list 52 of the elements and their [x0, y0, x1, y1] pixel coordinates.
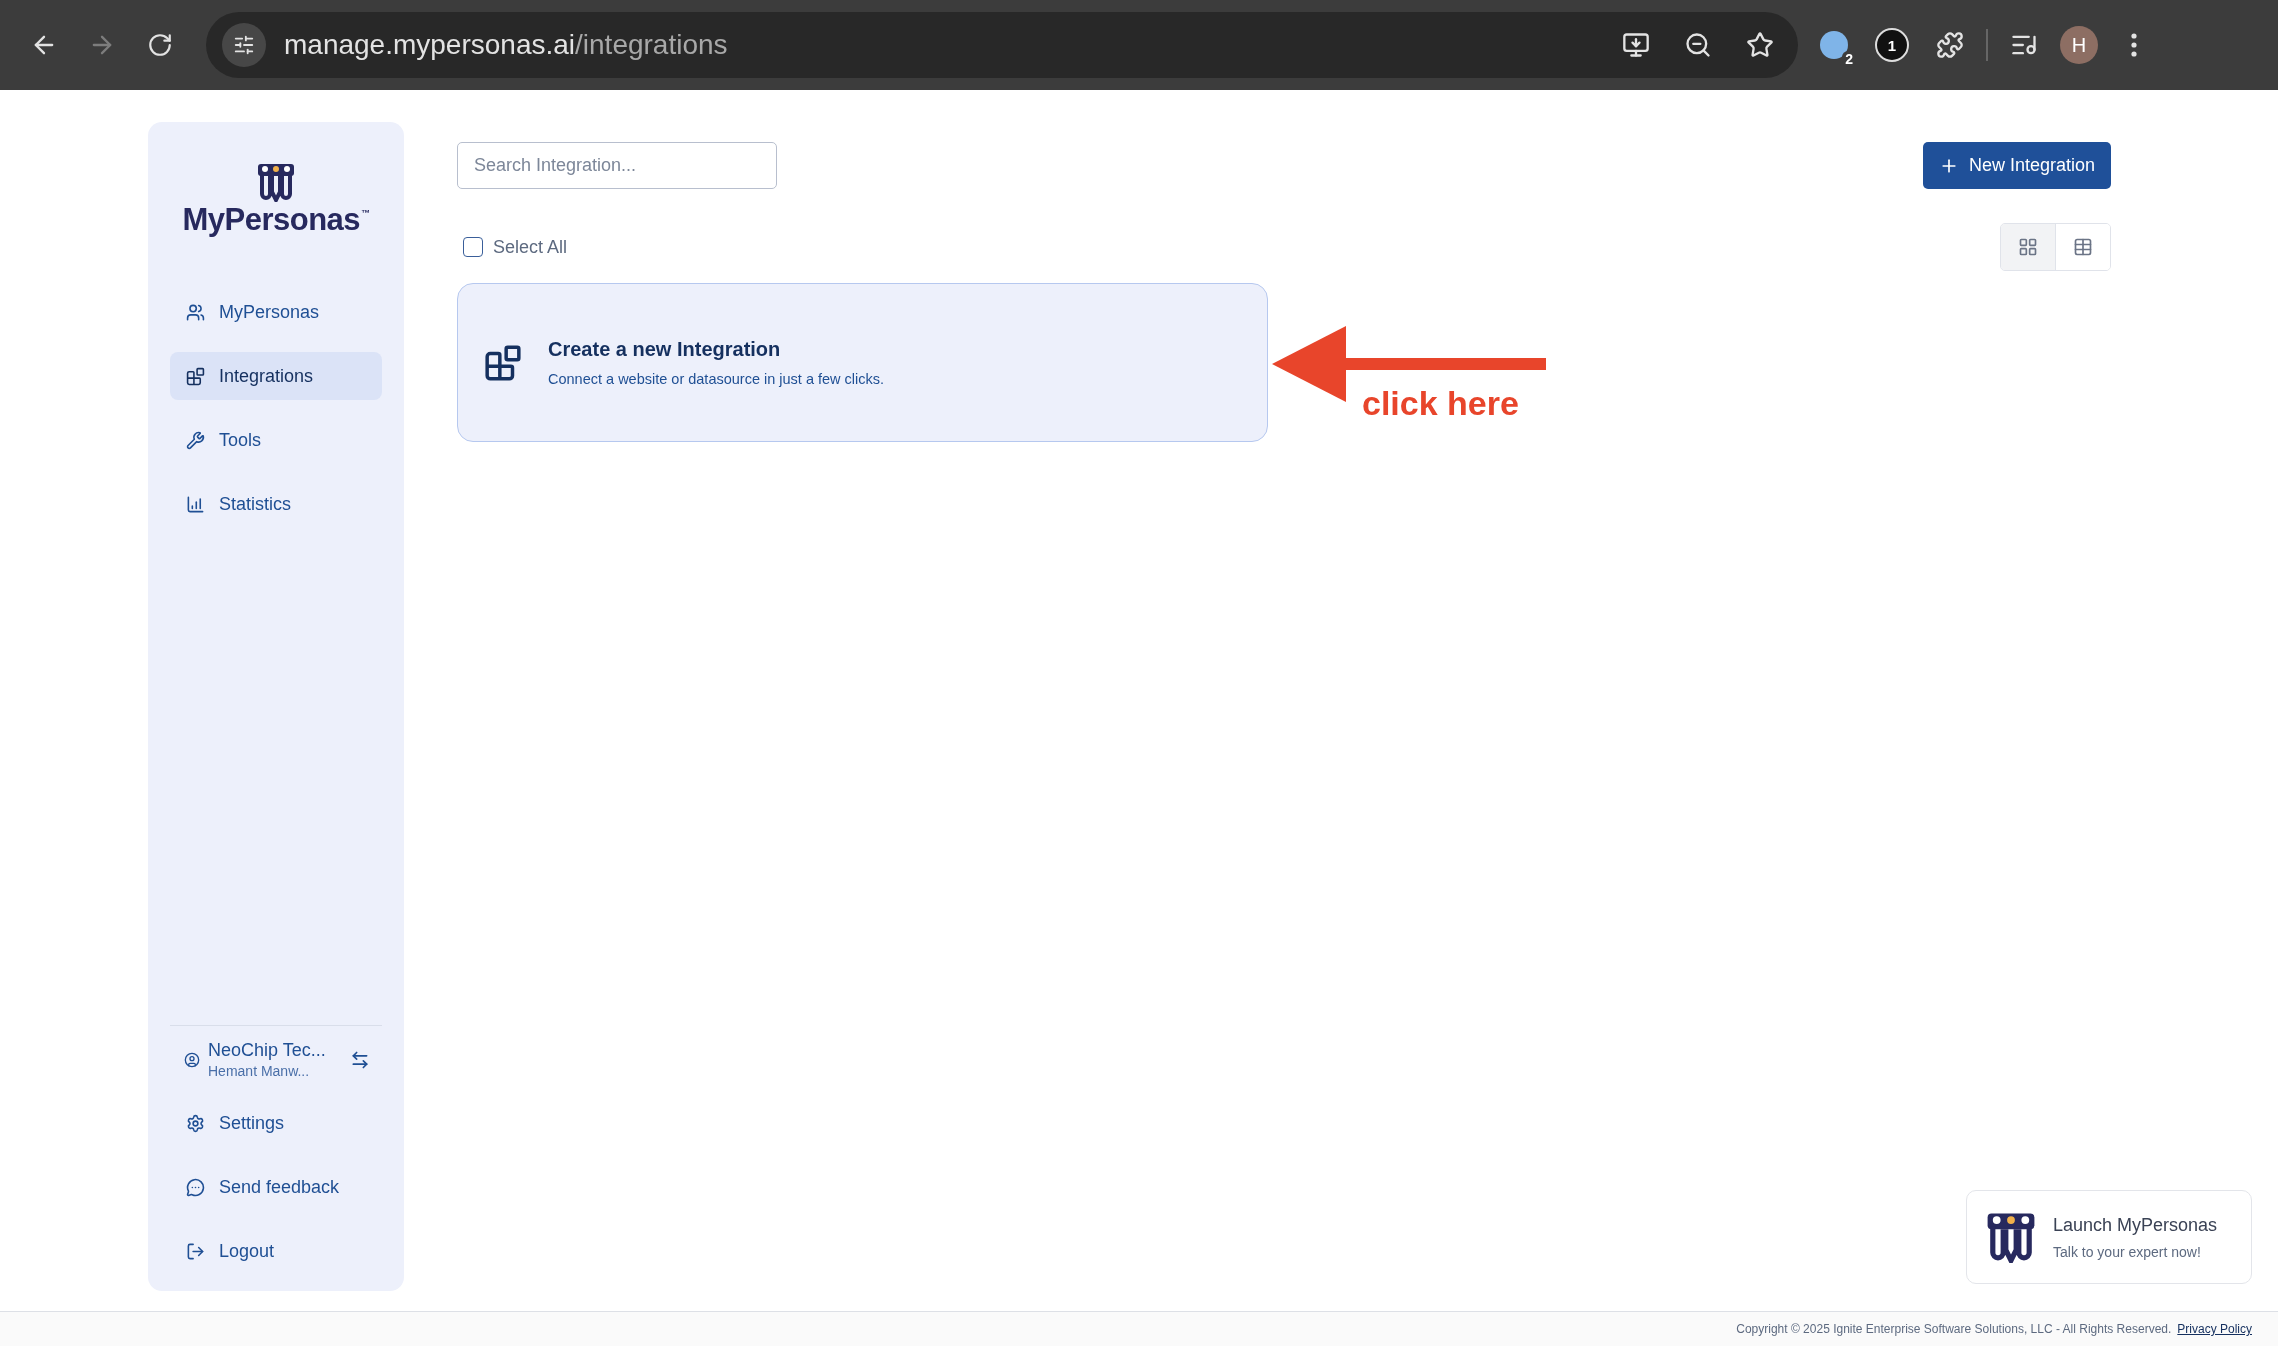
nav-item[interactable]: Logout — [170, 1227, 382, 1275]
blocks-icon — [186, 366, 205, 386]
wrench-icon — [186, 430, 205, 450]
address-bar[interactable]: manage.mypersonas.ai/integrations — [206, 12, 1798, 78]
copyright-text: Copyright © 2025 Ignite Enterprise Software Solutions, LLC - All Rights Reserved. — [1736, 1322, 2172, 1336]
search-field[interactable]: Search Integration... — [457, 142, 777, 189]
swap-arrows-icon — [350, 1049, 370, 1070]
table-view-toggle[interactable] — [2055, 224, 2110, 270]
user-circle-icon — [184, 1051, 200, 1068]
nav-item[interactable]: Tools — [170, 416, 382, 464]
annotation-text: click here — [1362, 384, 1520, 423]
nav-item[interactable]: MyPersonas — [170, 288, 382, 336]
chart-icon — [186, 494, 205, 514]
extension-button[interactable]: 2 — [1812, 23, 1856, 67]
create-integration-card[interactable]: Create a new Integration Connect a website or datasource in just a few clicks. — [457, 283, 1268, 442]
star-icon — [1746, 31, 1774, 59]
profile-avatar[interactable]: H — [2060, 26, 2098, 64]
nav-item[interactable]: Integrations — [170, 352, 382, 400]
launcher-subtitle: Talk to your expert now! — [2053, 1243, 2202, 1260]
card-subtitle: Connect a website or datasource in just a few clicks. — [548, 371, 885, 387]
checkbox[interactable] — [463, 237, 483, 257]
table-icon — [2073, 237, 2093, 257]
card-title: Create a new Integration — [548, 338, 782, 361]
organization-name: NeoChip Tec... — [208, 1040, 327, 1061]
users-icon — [186, 302, 205, 322]
sliders-icon — [233, 34, 255, 56]
launcher-widget[interactable]: Launch MyPersonas Talk to your expert now! — [1966, 1190, 2252, 1284]
user-name: Hemant Manw... — [208, 1063, 311, 1079]
grid-view-toggle[interactable] — [2001, 224, 2055, 270]
logout-icon — [186, 1241, 205, 1261]
select-all-label: Select All — [493, 236, 568, 258]
reload-icon — [147, 32, 173, 58]
grid-icon — [2018, 237, 2038, 257]
url-text: manage.mypersonas.ai/integrations — [284, 29, 729, 61]
monitor-download-icon — [1622, 31, 1650, 59]
blocks-icon — [484, 343, 522, 382]
switch-account-button[interactable] — [350, 1049, 370, 1070]
site-info-button[interactable] — [222, 23, 266, 67]
logo-wordmark: MyPersonas™ — [182, 202, 370, 238]
nav-item[interactable]: Statistics — [170, 480, 382, 528]
menu-icon — [2131, 33, 2137, 57]
logo-icon — [256, 162, 296, 202]
launcher-title: Launch MyPersonas — [2053, 1214, 2218, 1236]
puzzle-icon — [1936, 31, 1964, 59]
settings-icon — [186, 1113, 205, 1133]
zoom-out-icon — [1684, 31, 1712, 59]
privacy-policy-link[interactable]: Privacy Policy — [2177, 1322, 2252, 1336]
nav-item[interactable]: Send feedback — [170, 1163, 382, 1211]
logo-icon — [1985, 1211, 2037, 1263]
nav-item[interactable]: Settings — [170, 1099, 382, 1147]
chat-bubble-icon — [186, 1177, 205, 1197]
new-integration-button[interactable]: New Integration — [1922, 142, 2111, 189]
